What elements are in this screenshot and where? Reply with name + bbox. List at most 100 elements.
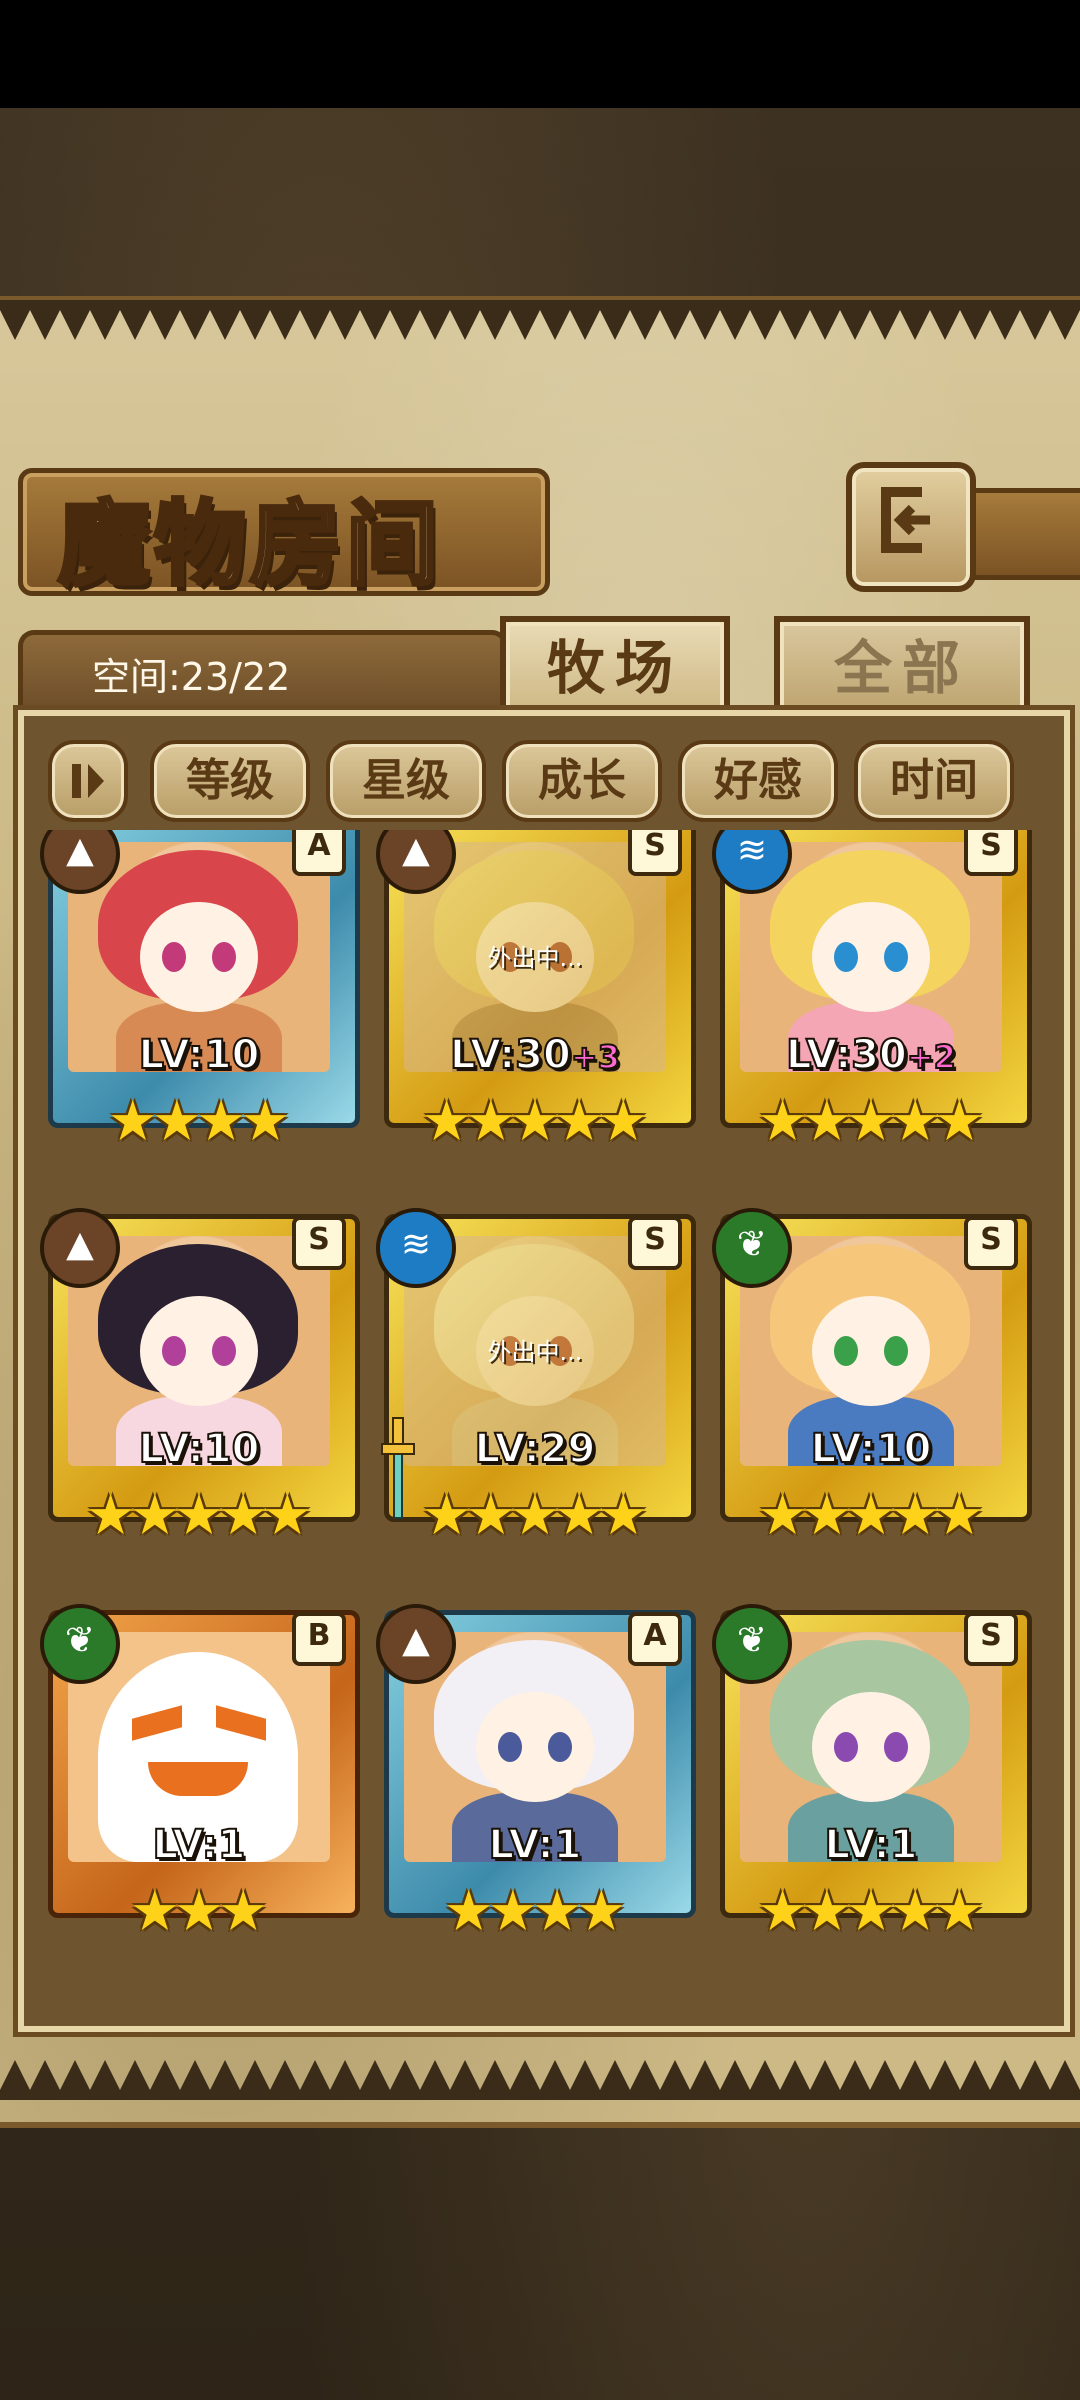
rank-badge: S	[292, 1216, 346, 1270]
rank-letter: S	[980, 1618, 1002, 1653]
back-button-rail	[960, 488, 1080, 580]
rank-letter: S	[308, 1222, 330, 1257]
star-rating: ★★★★★	[712, 1090, 1030, 1154]
filter-affection-button[interactable]: 好感	[678, 740, 838, 822]
bottom-zigzag-border	[0, 2060, 1080, 2100]
star-icon: ★	[554, 1089, 605, 1154]
monster-card[interactable]: ❦ S LV:10 ★★★★★	[712, 1208, 1032, 1564]
wood-icon: ❦	[712, 1208, 792, 1288]
star-icon: ★	[509, 1483, 561, 1548]
star-rating: ★★★★	[40, 1090, 358, 1154]
star-icon: ★	[262, 1483, 313, 1548]
rank-letter: S	[644, 830, 666, 863]
rank-letter: S	[980, 1222, 1002, 1257]
rank-letter: S	[980, 830, 1002, 863]
star-icon: ★	[173, 1483, 225, 1548]
star-icon: ★	[845, 1879, 897, 1944]
away-status: 外出中...	[487, 1338, 583, 1366]
rank-badge: S	[628, 1216, 682, 1270]
star-icon: ★	[934, 1483, 985, 1548]
rank-letter: S	[644, 1222, 666, 1257]
star-icon: ★	[129, 1483, 180, 1548]
pause-sort-button[interactable]	[48, 740, 128, 822]
back-arrow-icon	[881, 487, 930, 553]
earth-icon: ▲	[376, 1604, 456, 1684]
star-rating: ★★★★★	[376, 1090, 694, 1154]
star-icon: ★	[107, 1089, 158, 1154]
star-icon: ★	[443, 1879, 494, 1944]
filter-affection-label: 好感	[714, 755, 802, 806]
rank-badge: S	[628, 830, 682, 876]
star-icon: ★	[532, 1879, 583, 1944]
tab-all[interactable]: 全部	[774, 616, 1030, 714]
tab-ranch-label: 牧场	[546, 634, 683, 702]
monster-card[interactable]: 外出中... ▲ S LV:30+3 ★★★★★	[376, 830, 696, 1170]
star-icon: ★	[845, 1089, 897, 1154]
sort-toggle-icon	[72, 764, 104, 798]
filter-growth-label: 成长	[538, 755, 626, 806]
monster-card[interactable]: 外出中... ≋ S LV:29 ★★★★★	[376, 1208, 696, 1564]
star-icon: ★	[173, 1879, 225, 1944]
star-icon: ★	[934, 1879, 985, 1944]
monster-grid: ▲ A LV:10 ★★★★ 外出中... ▲ S LV:30+3 ★★★★★ ≋ S LV:30+2…	[40, 830, 1040, 2005]
earth-icon: ▲	[40, 1208, 120, 1288]
star-icon: ★	[196, 1089, 247, 1154]
star-icon: ★	[576, 1879, 627, 1944]
rank-badge: A	[292, 830, 346, 876]
tab-all-label: 全部	[833, 634, 970, 702]
star-rating: ★★★★★	[712, 1484, 1030, 1548]
star-icon: ★	[757, 1089, 808, 1154]
monster-card[interactable]: ❦ B LV:1 ★★★	[40, 1604, 360, 1960]
star-icon: ★	[85, 1483, 136, 1548]
status-bar	[0, 0, 1080, 108]
wood-icon: ❦	[712, 1604, 792, 1684]
filter-level-button[interactable]: 等级	[150, 740, 310, 822]
monster-card[interactable]: ▲ A LV:1 ★★★★	[376, 1604, 696, 1960]
star-icon: ★	[465, 1089, 516, 1154]
page-title: 魔物房间	[56, 489, 443, 600]
star-rating: ★★★★	[376, 1880, 694, 1944]
water-icon: ≋	[376, 1208, 456, 1288]
rank-badge: S	[964, 1612, 1018, 1666]
star-icon: ★	[890, 1879, 941, 1944]
star-icon: ★	[509, 1089, 561, 1154]
monster-card[interactable]: ❦ S LV:1 ★★★★★	[712, 1604, 1032, 1960]
level-label: LV:10	[810, 1425, 933, 1473]
level-label: LV:1	[824, 1821, 919, 1869]
star-icon: ★	[151, 1089, 202, 1154]
level-label: LV:1	[488, 1821, 583, 1869]
star-icon: ★	[757, 1483, 808, 1548]
star-icon: ★	[598, 1483, 649, 1548]
filter-growth-button[interactable]: 成长	[502, 740, 662, 822]
star-icon: ★	[554, 1483, 605, 1548]
star-icon: ★	[801, 1089, 852, 1154]
away-status: 外出中...	[487, 944, 583, 972]
wood-icon: ❦	[40, 1604, 120, 1684]
star-icon: ★	[890, 1483, 941, 1548]
rank-badge: A	[628, 1612, 682, 1666]
monster-card[interactable]: ▲ S LV:10 ★★★★★	[40, 1208, 360, 1564]
top-zigzag-border	[0, 300, 1080, 340]
star-icon: ★	[934, 1089, 985, 1154]
rank-letter: A	[643, 1618, 667, 1653]
star-rating: ★★★★★	[40, 1484, 358, 1548]
star-icon: ★	[218, 1483, 269, 1548]
level-label: LV:29	[474, 1425, 597, 1473]
tab-ranch[interactable]: 牧场	[500, 616, 730, 714]
monster-card[interactable]: ≋ S LV:30+2 ★★★★★	[712, 830, 1032, 1170]
filter-star-button[interactable]: 星级	[326, 740, 486, 822]
monster-card[interactable]: ▲ A LV:10 ★★★★	[40, 830, 360, 1170]
rank-badge: S	[964, 830, 1018, 876]
filter-time-label: 时间	[890, 755, 978, 806]
star-icon: ★	[757, 1879, 808, 1944]
filter-time-button[interactable]: 时间	[854, 740, 1014, 822]
level-label: LV:1	[152, 1821, 247, 1869]
star-icon: ★	[487, 1879, 538, 1944]
star-icon: ★	[890, 1089, 941, 1154]
star-rating: ★★★★★	[712, 1880, 1030, 1944]
filter-star-label: 星级	[362, 755, 450, 806]
star-icon: ★	[421, 1089, 472, 1154]
level-label: LV:30+3	[449, 1031, 621, 1079]
rank-letter: A	[307, 830, 331, 863]
rank-badge: B	[292, 1612, 346, 1666]
